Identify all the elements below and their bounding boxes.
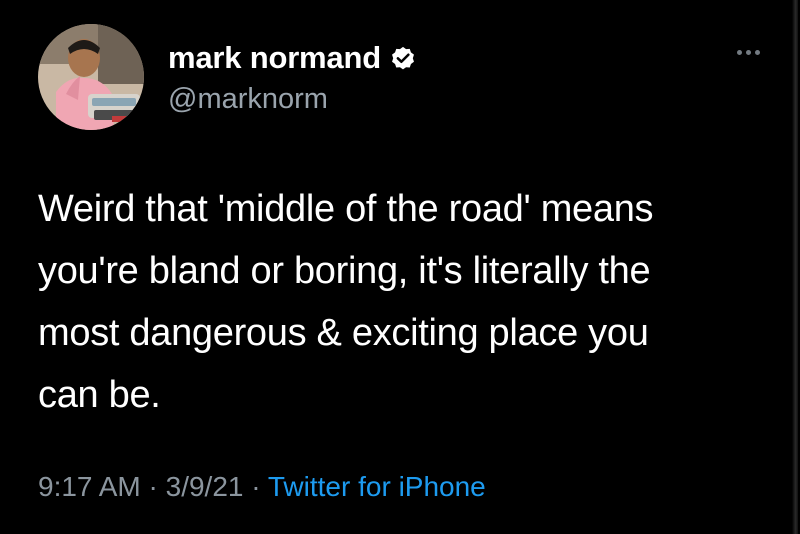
more-dot (755, 50, 760, 55)
tweet-date[interactable]: 3/9/21 (166, 471, 244, 502)
avatar-photo (38, 24, 144, 130)
more-dot (746, 50, 751, 55)
tweet-meta: 9:17 AM · 3/9/21 · Twitter for iPhone (38, 470, 486, 504)
meta-separator: · (243, 471, 268, 502)
author-names: mark normand @marknorm (168, 40, 417, 116)
avatar[interactable] (38, 24, 144, 130)
verified-badge-icon (389, 44, 417, 72)
more-options-icon[interactable] (737, 50, 760, 55)
tweet-text: Weird that 'middle of the road' means yo… (38, 188, 654, 416)
handle[interactable]: @marknorm (168, 82, 417, 116)
more-dot (737, 50, 742, 55)
display-name[interactable]: mark normand (168, 40, 381, 76)
meta-separator: · (140, 471, 166, 502)
tweet-header: mark normand @marknorm (38, 24, 417, 134)
tweet-source-link[interactable]: Twitter for iPhone (268, 471, 486, 502)
tweet-card: mark normand @marknorm Weird that 'middl… (0, 0, 800, 534)
tweet-time[interactable]: 9:17 AM (38, 471, 141, 502)
name-row: mark normand (168, 40, 417, 76)
scrollbar[interactable] (792, 0, 798, 534)
